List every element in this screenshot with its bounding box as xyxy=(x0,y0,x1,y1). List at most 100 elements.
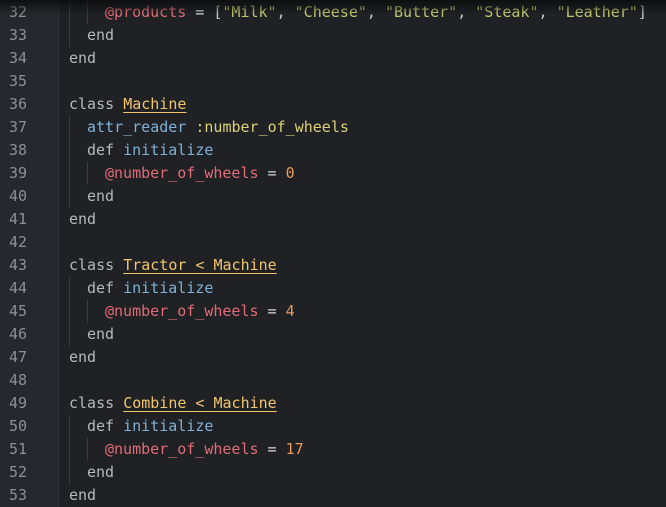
indent-guide xyxy=(87,300,88,323)
code-token: = xyxy=(186,3,214,21)
code-token: ] xyxy=(637,3,647,21)
code-line[interactable]: 36 class Machine xyxy=(0,93,666,116)
line-number: 53 xyxy=(8,486,27,504)
indent-guide xyxy=(69,139,70,162)
code-line[interactable]: 50 def initialize xyxy=(0,415,666,438)
code-text[interactable]: end xyxy=(69,47,96,70)
code-text[interactable]: attr_reader :number_of_wheels xyxy=(87,116,349,139)
indent-guide xyxy=(69,461,70,484)
code-line[interactable]: 53 end xyxy=(0,484,666,507)
line-number: 41 xyxy=(8,210,27,228)
code-text[interactable]: end xyxy=(69,208,96,231)
code-token: @number_of_wheels xyxy=(105,302,259,320)
line-number: 34 xyxy=(8,49,27,67)
line-number: 37 xyxy=(8,118,27,136)
code-text[interactable]: class Combine < Machine xyxy=(69,392,277,415)
line-number: 42 xyxy=(8,233,27,251)
code-text[interactable]: end xyxy=(87,185,114,208)
code-line[interactable]: 38 def initialize xyxy=(0,139,666,162)
code-token: , xyxy=(538,3,557,21)
line-number: 40 xyxy=(8,187,27,205)
code-text[interactable]: def initialize xyxy=(87,139,213,162)
indent-guide xyxy=(69,162,70,185)
code-line[interactable]: 40 end xyxy=(0,185,666,208)
code-line[interactable]: 41 end xyxy=(0,208,666,231)
indent-guide xyxy=(87,1,88,24)
line-number: 36 xyxy=(8,95,27,113)
code-line[interactable]: 33 end xyxy=(0,24,666,47)
code-token: "Leather" xyxy=(556,3,638,21)
code-line[interactable]: 46 end xyxy=(0,323,666,346)
indent-guide xyxy=(69,24,70,47)
code-token: end xyxy=(87,325,115,343)
code-line[interactable]: 45 @number_of_wheels = 4 xyxy=(0,300,666,323)
indent-guide xyxy=(69,438,70,461)
code-line[interactable]: 47 end xyxy=(0,346,666,369)
code-token: "Butter" xyxy=(384,3,458,21)
code-line[interactable]: 44 def initialize xyxy=(0,277,666,300)
code-token: end xyxy=(69,210,97,228)
line-number: 38 xyxy=(8,141,27,159)
code-line[interactable]: 32 @products = ["Milk", "Cheese", "Butter… xyxy=(0,1,666,24)
code-text[interactable]: end xyxy=(69,484,96,507)
code-token: :number_of_wheels xyxy=(195,118,349,136)
code-line[interactable]: 52 end xyxy=(0,461,666,484)
code-token: , xyxy=(276,3,295,21)
code-line[interactable]: 37 attr_reader :number_of_wheels xyxy=(0,116,666,139)
indent-guide xyxy=(69,116,70,139)
code-text[interactable]: def initialize xyxy=(87,277,213,300)
line-number: 33 xyxy=(8,26,27,44)
code-text[interactable]: end xyxy=(87,461,114,484)
code-text[interactable]: @number_of_wheels = 17 xyxy=(105,438,304,461)
code-text[interactable]: @number_of_wheels = 0 xyxy=(105,162,295,185)
line-number: 45 xyxy=(8,302,27,320)
code-line[interactable]: 49 class Combine < Machine xyxy=(0,392,666,415)
code-token: def xyxy=(87,417,124,435)
code-token: = xyxy=(258,440,286,458)
code-line[interactable]: 48 xyxy=(0,369,666,392)
code-text[interactable]: @number_of_wheels = 4 xyxy=(105,300,295,323)
code-token: end xyxy=(87,26,115,44)
code-line[interactable]: 34 end xyxy=(0,47,666,70)
code-token: initialize xyxy=(123,417,214,435)
code-token: @number_of_wheels xyxy=(105,440,259,458)
line-number: 46 xyxy=(8,325,27,343)
code-token: attr_reader xyxy=(87,118,196,136)
code-text[interactable]: end xyxy=(69,346,96,369)
indent-guide xyxy=(69,415,70,438)
code-line[interactable]: 42 xyxy=(0,231,666,254)
code-text[interactable]: def initialize xyxy=(87,415,213,438)
line-number: 52 xyxy=(8,463,27,481)
code-token: 17 xyxy=(285,440,304,458)
code-text[interactable]: class Tractor < Machine xyxy=(69,254,277,277)
code-text[interactable]: class Machine xyxy=(69,93,186,116)
code-token: "Cheese" xyxy=(294,3,367,21)
code-token: @products xyxy=(105,3,187,21)
code-line[interactable]: 39 @number_of_wheels = 0 xyxy=(0,162,666,185)
line-number: 48 xyxy=(8,371,27,389)
code-token: def xyxy=(87,279,124,297)
code-token: initialize xyxy=(123,279,214,297)
code-token: Machine xyxy=(123,95,187,113)
code-token: "Steak" xyxy=(475,3,539,21)
indent-guide xyxy=(87,438,88,461)
code-token: class xyxy=(69,95,124,113)
code-line[interactable]: 51 @number_of_wheels = 17 xyxy=(0,438,666,461)
code-token: end xyxy=(69,486,97,504)
code-token: end xyxy=(69,49,97,67)
code-text[interactable]: end xyxy=(87,323,114,346)
code-line[interactable]: 35 xyxy=(0,70,666,93)
code-token: , xyxy=(457,3,476,21)
code-token: = xyxy=(258,164,286,182)
line-number: 49 xyxy=(8,394,27,412)
line-number: 35 xyxy=(8,72,27,90)
line-number: 43 xyxy=(8,256,27,274)
code-token: class xyxy=(69,394,124,412)
code-text[interactable]: end xyxy=(87,24,114,47)
code-text[interactable]: @products = ["Milk", "Cheese", "Butter",… xyxy=(105,1,647,24)
code-line[interactable]: 43 class Tractor < Machine xyxy=(0,254,666,277)
code-token: class xyxy=(69,256,124,274)
code-editor[interactable]: 32 @products = ["Milk", "Cheese", "Butter… xyxy=(0,0,666,507)
code-token: end xyxy=(87,463,115,481)
code-token: = xyxy=(258,302,286,320)
